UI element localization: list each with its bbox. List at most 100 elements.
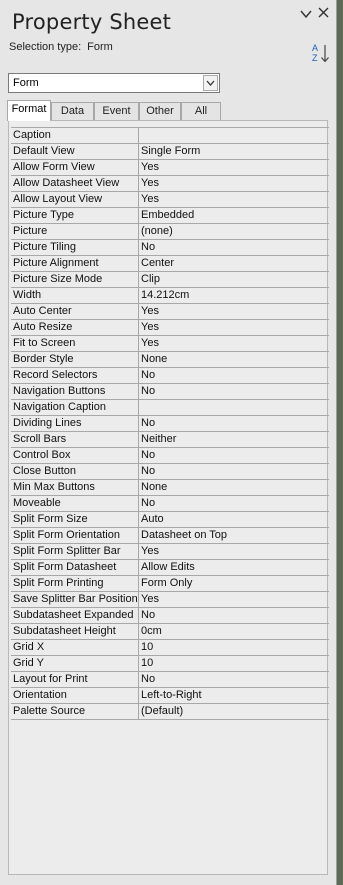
property-name: Default View <box>11 144 139 159</box>
property-value[interactable]: (none) <box>139 224 329 239</box>
property-row[interactable]: Fit to Screen Yes <box>11 336 329 352</box>
property-row[interactable]: Allow Form View Yes <box>11 160 329 176</box>
property-row[interactable]: Palette Source (Default) <box>11 704 329 720</box>
property-row[interactable]: Width 14.212cm <box>11 288 329 304</box>
chevron-down-icon[interactable] <box>300 6 312 22</box>
property-row[interactable]: Allow Layout View Yes <box>11 192 329 208</box>
property-value[interactable]: Single Form <box>139 144 329 159</box>
property-value[interactable]: 0cm <box>139 624 329 639</box>
property-row[interactable]: Picture Size Mode Clip <box>11 272 329 288</box>
property-value[interactable]: Datasheet on Top <box>139 528 329 543</box>
property-row[interactable]: Picture Alignment Center <box>11 256 329 272</box>
property-row[interactable]: Close Button No <box>11 464 329 480</box>
property-value[interactable]: No <box>139 464 329 479</box>
property-row[interactable]: Picture (none) <box>11 224 329 240</box>
property-value[interactable]: Allow Edits <box>139 560 329 575</box>
property-row[interactable]: Allow Datasheet View Yes <box>11 176 329 192</box>
property-value[interactable]: Clip <box>139 272 329 287</box>
property-value[interactable]: Embedded <box>139 208 329 223</box>
property-row[interactable]: Navigation Caption <box>11 400 329 416</box>
property-value[interactable]: 10 <box>139 656 329 671</box>
property-name: Picture Tiling <box>11 240 139 255</box>
property-value[interactable]: No <box>139 416 329 431</box>
property-value[interactable]: Form Only <box>139 576 329 591</box>
property-name: Allow Datasheet View <box>11 176 139 191</box>
property-row[interactable]: Grid X 10 <box>11 640 329 656</box>
property-value[interactable]: No <box>139 448 329 463</box>
tab-other[interactable]: Other <box>139 102 181 120</box>
property-row[interactable]: Split Form Size Auto <box>11 512 329 528</box>
property-row[interactable]: Border Style None <box>11 352 329 368</box>
property-value[interactable]: No <box>139 608 329 623</box>
property-name: Navigation Buttons <box>11 384 139 399</box>
property-grid: Caption Default View Single Form Allow Form… <box>11 127 329 720</box>
property-row[interactable]: Scroll Bars Neither <box>11 432 329 448</box>
property-value[interactable]: Yes <box>139 336 329 351</box>
property-row[interactable]: Default View Single Form <box>11 144 329 160</box>
property-value[interactable]: Yes <box>139 192 329 207</box>
svg-text:A: A <box>312 43 318 53</box>
property-value[interactable] <box>139 400 329 415</box>
property-row[interactable]: Auto Resize Yes <box>11 320 329 336</box>
property-value[interactable]: Center <box>139 256 329 271</box>
property-row[interactable]: Split Form Datasheet Allow Edits <box>11 560 329 576</box>
dropdown-arrow-icon[interactable] <box>203 75 218 91</box>
property-value[interactable]: None <box>139 352 329 367</box>
property-value[interactable]: Yes <box>139 176 329 191</box>
property-value[interactable]: Yes <box>139 592 329 607</box>
property-value[interactable]: No <box>139 384 329 399</box>
property-name: Picture <box>11 224 139 239</box>
tab-format[interactable]: Format <box>7 100 51 121</box>
property-value[interactable]: Yes <box>139 304 329 319</box>
property-row[interactable]: Grid Y 10 <box>11 656 329 672</box>
property-row[interactable]: Navigation Buttons No <box>11 384 329 400</box>
tab-data[interactable]: Data <box>51 102 94 120</box>
property-name: Auto Resize <box>11 320 139 335</box>
property-value[interactable]: No <box>139 368 329 383</box>
property-value[interactable]: (Default) <box>139 704 329 719</box>
property-value[interactable]: No <box>139 240 329 255</box>
property-row[interactable]: Control Box No <box>11 448 329 464</box>
property-row[interactable]: Min Max Buttons None <box>11 480 329 496</box>
property-value[interactable]: No <box>139 672 329 687</box>
property-name: Split Form Printing <box>11 576 139 591</box>
property-value[interactable]: None <box>139 480 329 495</box>
property-value[interactable]: Yes <box>139 544 329 559</box>
property-name: Fit to Screen <box>11 336 139 351</box>
property-row[interactable]: Split Form Splitter Bar Yes <box>11 544 329 560</box>
property-value[interactable]: Neither <box>139 432 329 447</box>
property-value[interactable] <box>139 128 329 143</box>
property-row[interactable]: Subdatasheet Expanded No <box>11 608 329 624</box>
property-value[interactable]: 14.212cm <box>139 288 329 303</box>
close-icon[interactable] <box>318 5 329 22</box>
tab-event[interactable]: Event <box>94 102 139 120</box>
property-row[interactable]: Dividing Lines No <box>11 416 329 432</box>
property-value[interactable]: Auto <box>139 512 329 527</box>
property-value[interactable]: Yes <box>139 320 329 335</box>
object-selector[interactable]: Form <box>8 73 220 93</box>
property-value[interactable]: Left-to-Right <box>139 688 329 703</box>
property-row[interactable]: Moveable No <box>11 496 329 512</box>
sort-az-icon[interactable]: A Z <box>311 42 331 64</box>
property-row[interactable]: Layout for Print No <box>11 672 329 688</box>
property-name: Split Form Datasheet <box>11 560 139 575</box>
property-name: Dividing Lines <box>11 416 139 431</box>
property-name: Palette Source <box>11 704 139 719</box>
property-name: Grid X <box>11 640 139 655</box>
property-row[interactable]: Record Selectors No <box>11 368 329 384</box>
property-row[interactable]: Orientation Left-to-Right <box>11 688 329 704</box>
property-value[interactable]: No <box>139 496 329 511</box>
property-value[interactable]: 10 <box>139 640 329 655</box>
property-row[interactable]: Auto Center Yes <box>11 304 329 320</box>
property-row[interactable]: Picture Type Embedded <box>11 208 329 224</box>
property-row[interactable]: Picture Tiling No <box>11 240 329 256</box>
property-row[interactable]: Subdatasheet Height 0cm <box>11 624 329 640</box>
property-row[interactable]: Split Form Printing Form Only <box>11 576 329 592</box>
tab-all[interactable]: All <box>181 102 221 120</box>
property-row[interactable]: Split Form Orientation Datasheet on Top <box>11 528 329 544</box>
property-row[interactable]: Save Splitter Bar Position Yes <box>11 592 329 608</box>
property-value[interactable]: Yes <box>139 160 329 175</box>
property-row[interactable]: Caption <box>11 128 329 144</box>
property-name: Close Button <box>11 464 139 479</box>
property-name: Border Style <box>11 352 139 367</box>
